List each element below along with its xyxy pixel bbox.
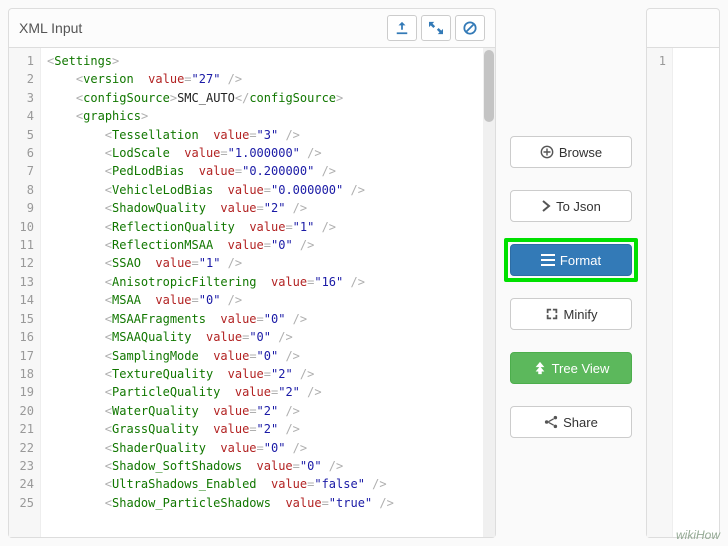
output-code[interactable] <box>673 48 719 537</box>
format-highlight: Format <box>504 238 638 282</box>
share-button[interactable]: Share <box>510 406 632 438</box>
upload-icon <box>395 21 409 35</box>
output-gutter: 1 <box>647 48 673 537</box>
browse-label: Browse <box>559 145 602 160</box>
browse-button[interactable]: Browse <box>510 136 632 168</box>
plus-circle-icon <box>540 145 554 159</box>
list-icon <box>541 254 555 266</box>
chevron-right-icon <box>541 200 551 212</box>
xml-input-panel: XML Input 123456789101112131415161718192… <box>8 8 496 538</box>
code-content[interactable]: <Settings> <version value="27" /> <confi… <box>41 48 495 537</box>
to-json-label: To Json <box>556 199 601 214</box>
watermark: wikiHow <box>676 528 720 542</box>
scroll-thumb[interactable] <box>484 50 494 122</box>
scrollbar[interactable] <box>483 48 495 537</box>
minify-label: Minify <box>564 307 598 322</box>
output-editor[interactable]: 1 <box>647 48 719 537</box>
panel-title: XML Input <box>19 20 82 36</box>
expand-icon <box>429 21 443 35</box>
compress-icon <box>545 307 559 321</box>
gutter: 1234567891011121314151617181920212223242… <box>9 48 41 537</box>
action-column: Browse To Json Format Minify Tree View S… <box>510 8 632 538</box>
upload-button[interactable] <box>387 15 417 41</box>
minify-button[interactable]: Minify <box>510 298 632 330</box>
clear-button[interactable] <box>455 15 485 41</box>
code-editor[interactable]: 1234567891011121314151617181920212223242… <box>9 48 495 537</box>
output-panel: 1 <box>646 8 720 538</box>
tree-view-label: Tree View <box>552 361 610 376</box>
output-header <box>647 9 719 48</box>
tree-view-button[interactable]: Tree View <box>510 352 632 384</box>
share-icon <box>544 415 558 429</box>
tree-icon <box>533 361 547 375</box>
clear-icon <box>463 21 477 35</box>
panel-header: XML Input <box>9 9 495 48</box>
format-label: Format <box>560 253 601 268</box>
share-label: Share <box>563 415 598 430</box>
to-json-button[interactable]: To Json <box>510 190 632 222</box>
format-button[interactable]: Format <box>510 244 632 276</box>
expand-button[interactable] <box>421 15 451 41</box>
